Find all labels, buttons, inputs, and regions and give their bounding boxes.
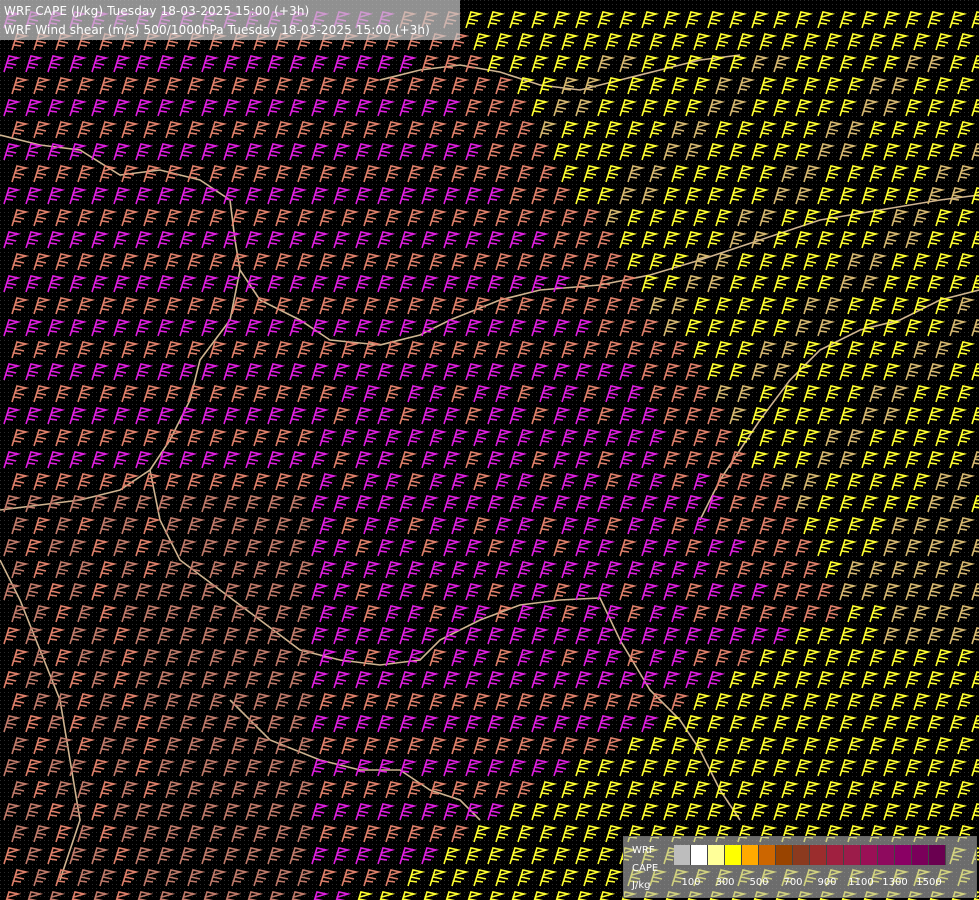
legend-tick-labels: 100 300 500 700 900 1100 1300 1500 [674, 877, 974, 891]
legend-swatch [912, 845, 929, 865]
legend-swatch [810, 845, 827, 865]
legend-field-label: CAPE [632, 863, 659, 874]
legend-swatch [776, 845, 793, 865]
legend-tick: 1500 [916, 877, 942, 888]
legend-tick: 100 [681, 877, 701, 888]
legend-swatch [793, 845, 810, 865]
cape-title: WRF CAPE (J/kg) Tuesday 18-03-2025 15:00… [4, 4, 310, 18]
legend-unit-label: J/kg [632, 880, 651, 891]
legend-swatch [725, 845, 742, 865]
legend-tick: 700 [783, 877, 803, 888]
legend-tick: 300 [715, 877, 735, 888]
legend-tick: 1300 [882, 877, 908, 888]
legend-model-label: WRF [632, 845, 655, 856]
map-canvas [0, 0, 979, 900]
title-panel: WRF CAPE (J/kg) Tuesday 18-03-2025 15:00… [0, 0, 460, 40]
legend-swatch [827, 845, 844, 865]
shear-title: WRF Wind shear (m/s) 500/1000hPa Tuesday… [4, 23, 430, 37]
legend-swatch [895, 845, 912, 865]
legend-swatch [708, 845, 725, 865]
cape-legend: WRF CAPE J/kg 100 300 500 700 900 1100 1300 150… [623, 836, 977, 898]
legend-swatch [691, 845, 708, 865]
legend-swatch [878, 845, 895, 865]
legend-tick: 500 [749, 877, 769, 888]
legend-swatch [759, 845, 776, 865]
legend-color-scale [674, 845, 946, 865]
legend-swatch [929, 845, 946, 865]
legend-swatch [674, 845, 691, 865]
legend-swatch [742, 845, 759, 865]
map-background [0, 0, 979, 900]
legend-tick: 900 [817, 877, 837, 888]
legend-swatch [844, 845, 861, 865]
legend-tick: 1100 [848, 877, 874, 888]
legend-swatch [861, 845, 878, 865]
